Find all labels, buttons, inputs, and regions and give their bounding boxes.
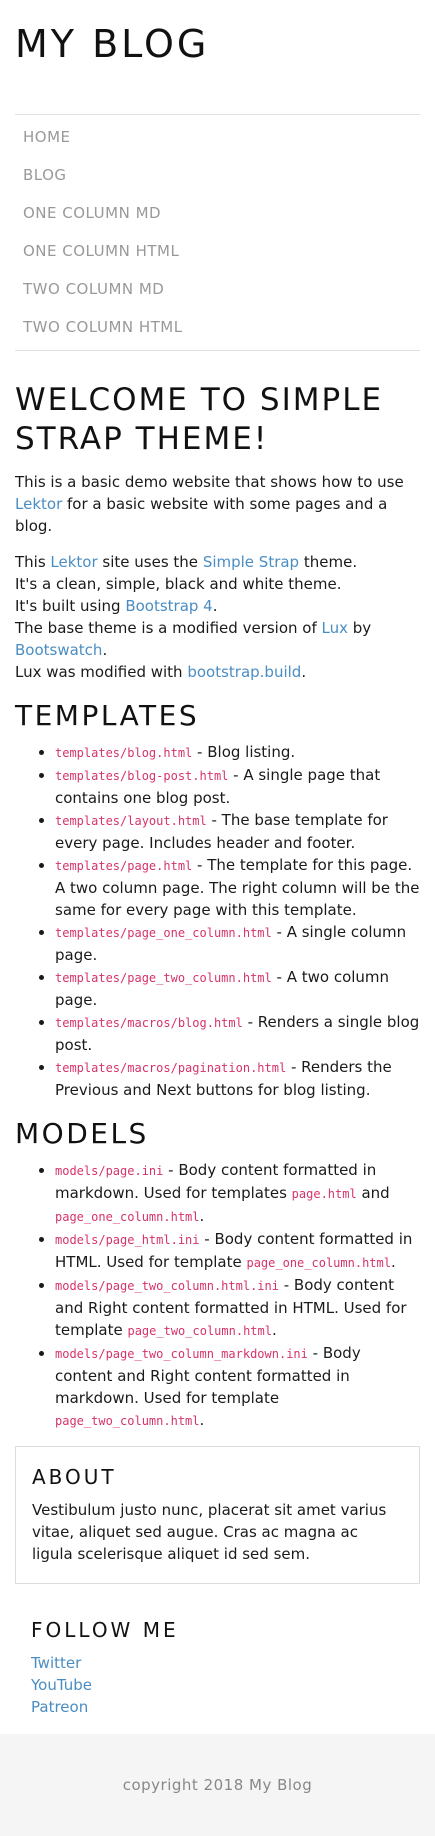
theme-text: . [212, 597, 218, 615]
site-title: MY BLOG [15, 22, 210, 66]
template-ref: page_two_column.html [55, 1414, 200, 1428]
about-heading: ABOUT [32, 1465, 117, 1489]
list-item: models/page_html.ini - Body content form… [55, 1228, 420, 1274]
list-item: models/page_two_column_markdown.ini - Bo… [55, 1342, 420, 1432]
theme-text: The base theme is a modified version of [15, 619, 322, 637]
template-ref: page_two_column.html [127, 1324, 272, 1338]
template-ref: page_one_column.html [55, 1210, 200, 1224]
follow-section: FOLLOW ME Twitter YouTube Patreon [15, 1584, 420, 1752]
template-path: templates/macros/pagination.html [55, 1061, 287, 1075]
list-item: templates/page_two_column.html - A two c… [55, 966, 420, 1011]
follow-heading: FOLLOW ME [31, 1618, 179, 1642]
theme-text: It's built using [15, 597, 126, 615]
bootstrap-link[interactable]: Bootstrap 4 [125, 597, 212, 615]
models-list: models/page.ini - Body content formatted… [15, 1159, 420, 1432]
model-path: models/page_html.ini [55, 1233, 200, 1247]
theme-text: . [102, 641, 108, 659]
lektor-link[interactable]: Lektor [15, 495, 62, 513]
templates-heading: TEMPLATES [15, 699, 200, 732]
model-path: models/page_two_column_markdown.ini [55, 1347, 308, 1361]
models-heading: MODELS [15, 1117, 149, 1150]
template-ref: page.html [291, 1187, 357, 1201]
template-ref: page_one_column.html [246, 1256, 391, 1270]
nav-one-column-md[interactable]: ONE COLUMN MD [15, 194, 420, 232]
template-path: templates/layout.html [55, 814, 207, 828]
about-text: Vestibulum justo nunc, placerat sit amet… [32, 1501, 387, 1563]
item-desc: and [356, 1184, 390, 1202]
theme-text: Lux was modified with [15, 663, 188, 681]
theme-text: This [15, 553, 51, 571]
nav-home[interactable]: HOME [15, 118, 420, 156]
intro-text: This is a basic demo website that shows … [15, 473, 404, 491]
nav-blog[interactable]: BLOG [15, 156, 420, 194]
model-path: models/page_two_column.html.ini [55, 1279, 279, 1293]
list-item: templates/blog.html - Blog listing. [55, 741, 420, 764]
bootstrap-build-link[interactable]: bootstrap.build [187, 663, 301, 681]
site-footer: copyright 2018 My Blog [0, 1734, 435, 1836]
twitter-link[interactable]: Twitter [31, 1652, 404, 1674]
list-item: templates/macros/blog.html - Renders a s… [55, 1011, 420, 1056]
copyright-text: copyright 2018 My Blog [122, 1776, 313, 1794]
templates-list: templates/blog.html - Blog listing. temp… [15, 741, 420, 1101]
theme-text: It's a clean, simple, black and white th… [15, 575, 342, 593]
template-path: templates/blog-post.html [55, 769, 229, 783]
theme-text: theme. [299, 553, 358, 571]
item-desc: . [199, 1411, 205, 1429]
simple-strap-link[interactable]: Simple Strap [203, 553, 299, 571]
list-item: templates/page_one_column.html - A singl… [55, 921, 420, 966]
nav-two-column-html[interactable]: TWO COLUMN HTML [15, 308, 420, 346]
theme-text: site uses the [97, 553, 203, 571]
page-title: WELCOME TO SIMPLE STRAP THEME! [15, 382, 384, 457]
youtube-link[interactable]: YouTube [31, 1674, 404, 1696]
nav-one-column-html[interactable]: ONE COLUMN HTML [15, 232, 420, 270]
list-item: templates/macros/pagination.html - Rende… [55, 1056, 420, 1101]
patreon-link[interactable]: Patreon [31, 1696, 404, 1718]
intro-text: for a basic website with some pages and … [15, 495, 388, 535]
theme-text: by [348, 619, 372, 637]
template-path: templates/macros/blog.html [55, 1016, 243, 1030]
item-desc: . [199, 1207, 205, 1225]
template-path: templates/page.html [55, 859, 193, 873]
item-desc: . [390, 1253, 396, 1271]
list-item: templates/blog-post.html - A single page… [55, 764, 420, 809]
main-nav: HOME BLOG ONE COLUMN MD ONE COLUMN HTML … [15, 114, 420, 351]
nav-two-column-md[interactable]: TWO COLUMN MD [15, 270, 420, 308]
list-item: models/page_two_column.html.ini - Body c… [55, 1274, 420, 1342]
lektor-link[interactable]: Lektor [50, 553, 97, 571]
template-path: templates/page_one_column.html [55, 926, 272, 940]
item-desc: . [271, 1321, 277, 1339]
template-path: templates/page_two_column.html [55, 971, 272, 985]
template-path: templates/blog.html [55, 746, 193, 760]
about-card: ABOUT Vestibulum justo nunc, placerat si… [15, 1446, 420, 1584]
list-item: models/page.ini - Body content formatted… [55, 1159, 420, 1228]
bootswatch-link[interactable]: Bootswatch [15, 641, 102, 659]
model-path: models/page.ini [55, 1164, 164, 1178]
theme-info-paragraph: This Lektor site uses the Simple Strap t… [15, 551, 420, 683]
lux-link[interactable]: Lux [322, 619, 348, 637]
intro-paragraph: This is a basic demo website that shows … [15, 471, 420, 537]
theme-text: . [301, 663, 307, 681]
list-item: templates/layout.html - The base templat… [55, 809, 420, 854]
list-item: templates/page.html - The template for t… [55, 854, 420, 921]
item-desc: - Blog listing. [192, 743, 296, 761]
